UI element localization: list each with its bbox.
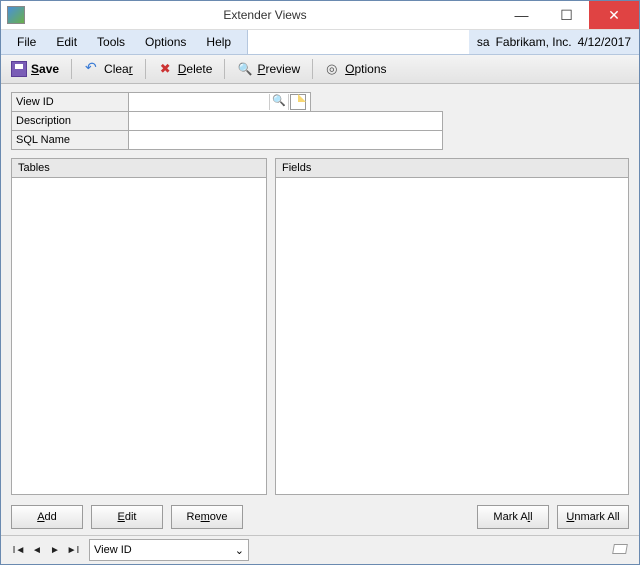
fields-panel: Fields bbox=[275, 158, 629, 495]
preview-button[interactable]: Preview bbox=[231, 58, 306, 80]
menu-options[interactable]: Options bbox=[135, 35, 196, 49]
sqlname-input[interactable] bbox=[129, 131, 442, 149]
menu-help[interactable]: Help bbox=[196, 35, 241, 49]
app-icon bbox=[7, 6, 25, 24]
menu-file[interactable]: File bbox=[7, 35, 46, 49]
lookup-icon bbox=[271, 94, 287, 110]
viewid-note-button[interactable] bbox=[288, 94, 307, 110]
button-row: Add Edit Remove Mark All Unmark All bbox=[1, 501, 639, 535]
remove-button[interactable]: Remove bbox=[171, 505, 243, 529]
print-button[interactable] bbox=[611, 542, 629, 558]
window-controls: — ☐ ✕ bbox=[499, 1, 639, 29]
window-title: Extender Views bbox=[31, 8, 499, 22]
status-user: sa bbox=[477, 35, 490, 49]
status-date: 4/12/2017 bbox=[578, 35, 631, 49]
save-icon bbox=[11, 61, 27, 77]
edit-button[interactable]: Edit bbox=[91, 505, 163, 529]
description-label: Description bbox=[12, 112, 129, 130]
minimize-button[interactable]: — bbox=[499, 1, 544, 29]
tables-header: Tables bbox=[11, 158, 267, 177]
tables-list[interactable] bbox=[11, 177, 267, 495]
options-button[interactable]: Options bbox=[319, 58, 392, 80]
chevron-down-icon: ⌄ bbox=[235, 544, 244, 557]
tables-panel: Tables bbox=[11, 158, 267, 495]
nav-prev-button[interactable]: ◄ bbox=[29, 541, 45, 559]
toolbar-separator bbox=[224, 59, 225, 79]
clear-icon bbox=[84, 61, 100, 77]
panels-area: Tables Fields bbox=[1, 154, 639, 501]
sqlname-label: SQL Name bbox=[12, 131, 129, 149]
note-icon bbox=[290, 94, 306, 110]
viewid-label: View ID bbox=[12, 93, 129, 111]
nav-sort-value: View ID bbox=[94, 544, 132, 556]
status-company: Fabrikam, Inc. bbox=[496, 35, 572, 49]
nav-last-button[interactable]: ►I bbox=[65, 541, 81, 559]
nav-first-button[interactable]: I◄ bbox=[11, 541, 27, 559]
options-icon bbox=[325, 61, 341, 77]
close-button[interactable]: ✕ bbox=[589, 1, 639, 29]
add-button[interactable]: Add bbox=[11, 505, 83, 529]
description-input[interactable] bbox=[129, 112, 442, 130]
viewid-input[interactable] bbox=[129, 93, 269, 111]
unmark-all-button[interactable]: Unmark All bbox=[557, 505, 629, 529]
fields-list[interactable] bbox=[275, 177, 629, 495]
toolbar-separator bbox=[145, 59, 146, 79]
clear-button[interactable]: Clear bbox=[78, 58, 139, 80]
toolbar-separator bbox=[71, 59, 72, 79]
nav-sort-selector[interactable]: View ID ⌄ bbox=[89, 539, 249, 561]
delete-icon bbox=[158, 61, 174, 77]
mark-all-button[interactable]: Mark All bbox=[477, 505, 549, 529]
form-area: View ID Description SQL Name bbox=[1, 84, 639, 154]
toolbar: Save Clear Delete Preview Options bbox=[1, 55, 639, 84]
maximize-button[interactable]: ☐ bbox=[544, 1, 589, 29]
titlebar: Extender Views — ☐ ✕ bbox=[1, 1, 639, 30]
save-button[interactable]: Save bbox=[5, 58, 65, 80]
menu-tools[interactable]: Tools bbox=[87, 35, 135, 49]
nav-next-button[interactable]: ► bbox=[47, 541, 63, 559]
record-nav-bar: I◄ ◄ ► ►I View ID ⌄ bbox=[1, 535, 639, 564]
delete-button[interactable]: Delete bbox=[152, 58, 219, 80]
preview-icon bbox=[237, 61, 253, 77]
menu-edit[interactable]: Edit bbox=[46, 35, 87, 49]
viewid-lookup-button[interactable] bbox=[269, 94, 288, 110]
window-root: Extender Views — ☐ ✕ File Edit Tools Opt… bbox=[0, 0, 640, 565]
fields-header: Fields bbox=[275, 158, 629, 177]
toolbar-separator bbox=[312, 59, 313, 79]
menubar: File Edit Tools Options Help sa Fabrikam… bbox=[1, 30, 639, 55]
